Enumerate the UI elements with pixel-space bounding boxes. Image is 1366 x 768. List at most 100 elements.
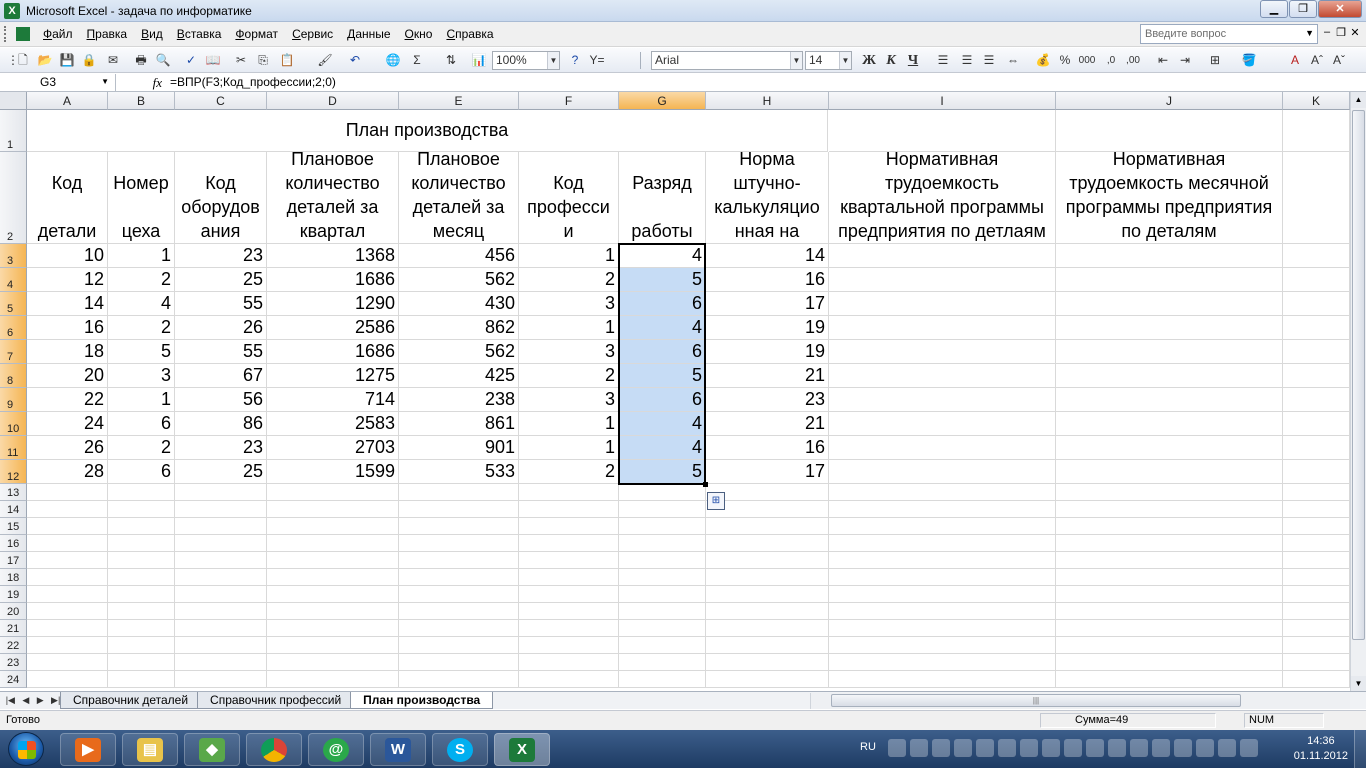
row-header-12[interactable]: 12	[0, 460, 27, 484]
menu-view[interactable]: Вид	[134, 22, 170, 47]
cell-i12[interactable]	[829, 460, 1056, 484]
cell-g3[interactable]: 4	[619, 244, 706, 268]
empty-cell[interactable]	[108, 569, 175, 586]
menu-window[interactable]: Окно	[398, 22, 440, 47]
empty-cell[interactable]	[1283, 569, 1350, 586]
menu-format[interactable]: Формат	[228, 22, 285, 47]
cell-a11[interactable]: 26	[27, 436, 108, 460]
row-header-8[interactable]: 8	[0, 364, 27, 388]
header-cell-e[interactable]: Плановое количество деталей за месяц	[399, 152, 519, 244]
fill-handle[interactable]	[703, 482, 708, 487]
cell-a5[interactable]: 14	[27, 292, 108, 316]
cell-h6[interactable]: 19	[706, 316, 829, 340]
cell-i8[interactable]	[829, 364, 1056, 388]
empty-cell[interactable]	[1283, 586, 1350, 603]
underline-button[interactable]: Ч	[904, 51, 922, 70]
empty-cell[interactable]	[1056, 552, 1283, 569]
speaker-icon[interactable]	[1240, 739, 1258, 757]
empty-cell[interactable]	[829, 586, 1056, 603]
empty-cell[interactable]	[108, 654, 175, 671]
cell-b10[interactable]: 6	[108, 412, 175, 436]
cell-b11[interactable]: 2	[108, 436, 175, 460]
excel-app-icon[interactable]: X	[4, 2, 20, 19]
empty-cell[interactable]	[175, 484, 267, 501]
empty-cell[interactable]	[267, 518, 399, 535]
borders-icon[interactable]: ⊞	[1206, 51, 1224, 70]
cell-d11[interactable]: 2703	[267, 436, 399, 460]
empty-cell[interactable]	[519, 535, 619, 552]
workbook-icon[interactable]	[16, 27, 30, 41]
bold-button[interactable]: Ж	[860, 51, 878, 70]
empty-cell[interactable]	[175, 603, 267, 620]
mail-icon[interactable]	[1108, 739, 1126, 757]
cell-g7[interactable]: 6	[619, 340, 706, 364]
cell-b9[interactable]: 1	[108, 388, 175, 412]
cell-c9[interactable]: 56	[175, 388, 267, 412]
empty-cell[interactable]	[706, 535, 829, 552]
cell-c8[interactable]: 67	[175, 364, 267, 388]
cell-c11[interactable]: 23	[175, 436, 267, 460]
sheet-title-cell[interactable]: План производства	[27, 110, 828, 152]
empty-cell[interactable]	[108, 603, 175, 620]
menu-edit[interactable]: Правка	[80, 22, 135, 47]
print-preview-icon[interactable]: 🔍	[154, 51, 172, 70]
menu-file[interactable]: Файл	[36, 22, 80, 47]
copy-icon[interactable]: ⎘	[254, 51, 272, 70]
cell-a7[interactable]: 18	[27, 340, 108, 364]
tray-app-icon[interactable]	[1064, 739, 1082, 757]
header-cell-i[interactable]: Нормативная трудоемкость квартальной прогр…	[829, 152, 1056, 244]
cell-c3[interactable]: 23	[175, 244, 267, 268]
print-icon[interactable]: 🖶	[132, 51, 150, 70]
empty-cell[interactable]	[829, 637, 1056, 654]
empty-cell[interactable]	[175, 518, 267, 535]
empty-cell[interactable]	[267, 603, 399, 620]
empty-cell[interactable]	[267, 569, 399, 586]
format-painter-icon[interactable]: 🖌	[316, 51, 334, 70]
empty-cell[interactable]	[619, 501, 706, 518]
taskbar-desktop-app[interactable]: ◆	[184, 733, 240, 766]
cell-b4[interactable]: 2	[108, 268, 175, 292]
cell-h10[interactable]: 21	[706, 412, 829, 436]
cell-i7[interactable]	[829, 340, 1056, 364]
cell-i10[interactable]	[829, 412, 1056, 436]
empty-cell[interactable]	[175, 535, 267, 552]
row-header-4[interactable]: 4	[0, 268, 27, 292]
menu-data[interactable]: Данные	[340, 22, 397, 47]
autofill-options-icon[interactable]: ⊞	[707, 492, 725, 510]
cell-c7[interactable]: 55	[175, 340, 267, 364]
grow-font-icon[interactable]: Aˆ	[1308, 51, 1326, 70]
empty-cell[interactable]	[519, 586, 619, 603]
paste-icon[interactable]: 📋	[278, 51, 296, 70]
cell-h11[interactable]: 16	[706, 436, 829, 460]
cell-d4[interactable]: 1686	[267, 268, 399, 292]
cell-g11[interactable]: 4	[619, 436, 706, 460]
help-icon[interactable]: ?	[566, 51, 584, 70]
cell-d7[interactable]: 1686	[267, 340, 399, 364]
empty-cell[interactable]	[829, 620, 1056, 637]
empty-cell[interactable]	[619, 654, 706, 671]
cell-h9[interactable]: 23	[706, 388, 829, 412]
chevron-down-icon[interactable]: ▼	[1305, 28, 1314, 38]
empty-cell[interactable]	[267, 637, 399, 654]
column-header-k[interactable]: K	[1283, 92, 1350, 110]
cell-g4[interactable]: 5	[619, 268, 706, 292]
empty-cell[interactable]	[706, 620, 829, 637]
empty-cell[interactable]	[619, 518, 706, 535]
cell-f11[interactable]: 1	[519, 436, 619, 460]
empty-cell[interactable]	[1056, 501, 1283, 518]
name-box[interactable]: G3 ▼	[0, 74, 116, 91]
empty-cell[interactable]	[829, 535, 1056, 552]
cell-k4[interactable]	[1283, 268, 1350, 292]
empty-cell[interactable]	[1056, 620, 1283, 637]
empty-cell[interactable]	[267, 620, 399, 637]
empty-cell[interactable]	[1283, 484, 1350, 501]
cell-h12[interactable]: 17	[706, 460, 829, 484]
cell-g9[interactable]: 6	[619, 388, 706, 412]
cell-k9[interactable]	[1283, 388, 1350, 412]
tab-spravochnik-professii[interactable]: Справочник профессий	[197, 692, 355, 709]
empty-cell[interactable]	[27, 671, 108, 688]
empty-cell[interactable]	[519, 484, 619, 501]
cell-d10[interactable]: 2583	[267, 412, 399, 436]
cell-i5[interactable]	[829, 292, 1056, 316]
empty-cell[interactable]	[619, 586, 706, 603]
